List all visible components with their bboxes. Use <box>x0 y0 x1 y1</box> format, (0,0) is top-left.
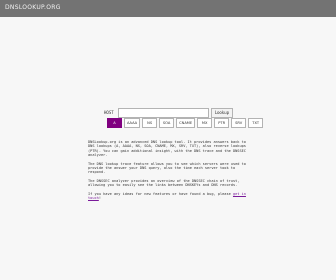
record-type-ns[interactable]: NS <box>142 118 158 128</box>
record-type-mx[interactable]: MX <box>197 118 213 128</box>
contact-suffix: ! <box>98 196 101 201</box>
contact-prefix: If you have any ideas for new features o… <box>88 191 233 196</box>
description-intro: DNSLookup.org is an advanced DNS lookup … <box>88 140 246 158</box>
site-title[interactable]: DNSLOOKUP.ORG <box>5 4 61 12</box>
top-bar: DNSLOOKUP.ORG <box>0 0 336 17</box>
host-label: HOST <box>104 110 114 115</box>
record-type-ptr[interactable]: PTR <box>214 118 230 128</box>
record-type-selector: A AAAA NS SOA CNAME MX PTR SRV TXT <box>107 118 264 128</box>
description-dnssec: The DNSSEC analyzer provides an overview… <box>88 178 240 188</box>
search-form: HOST Lookup <box>104 108 233 118</box>
record-type-a[interactable]: A <box>107 118 122 128</box>
description-trace: The DNS lookup trace feature allows you … <box>88 161 246 175</box>
record-type-cname[interactable]: CNAME <box>176 118 196 128</box>
description: DNSLookup.org is an advanced DNS lookup … <box>88 140 248 204</box>
record-type-soa[interactable]: SOA <box>159 118 175 128</box>
lookup-button[interactable]: Lookup <box>211 108 233 118</box>
record-type-txt[interactable]: TXT <box>248 118 264 128</box>
description-contact: If you have any ideas for new features o… <box>88 192 248 201</box>
record-type-srv[interactable]: SRV <box>231 118 247 128</box>
host-input[interactable] <box>118 108 209 118</box>
record-type-aaaa[interactable]: AAAA <box>124 118 141 128</box>
